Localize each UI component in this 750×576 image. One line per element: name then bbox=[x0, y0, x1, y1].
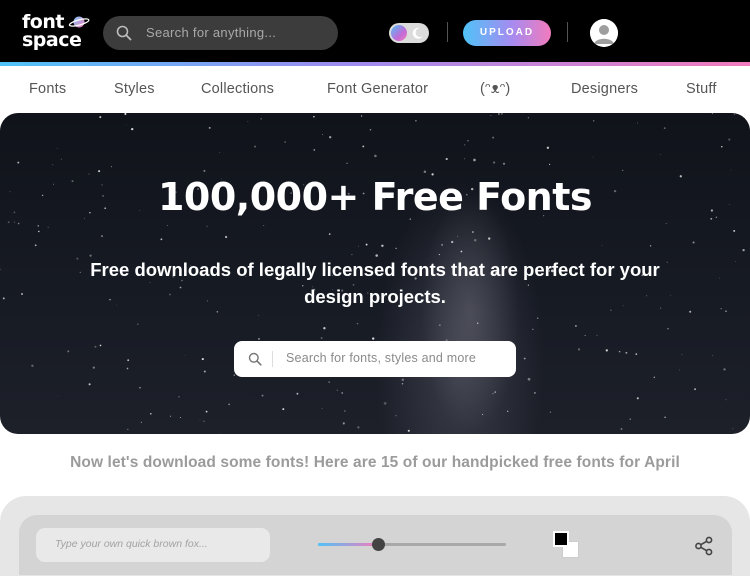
toggle-knob bbox=[391, 25, 407, 41]
color-picker[interactable] bbox=[553, 531, 581, 559]
dark-mode-toggle[interactable] bbox=[389, 23, 429, 43]
search-icon bbox=[116, 25, 132, 41]
hero-subtitle: Free downloads of legally licensed fonts… bbox=[90, 259, 660, 307]
nav-item-font-generator[interactable]: Font Generator bbox=[327, 81, 428, 97]
top-header: font space Search for anything... UPLOAD bbox=[0, 0, 750, 62]
main-nav: Fonts Styles Collections Font Generator … bbox=[0, 66, 750, 113]
share-icon[interactable] bbox=[694, 536, 714, 556]
preview-text-placeholder: Type your own quick brown fox... bbox=[55, 538, 208, 550]
header-search-input[interactable]: Search for anything... bbox=[146, 25, 276, 40]
slider-fill bbox=[318, 543, 379, 546]
hero-banner: 100,000+ Free Fonts Free downloads of le… bbox=[0, 113, 750, 434]
preview-text-input[interactable]: Type your own quick brown fox... bbox=[36, 528, 270, 562]
nav-item-designers[interactable]: Designers bbox=[571, 81, 638, 97]
logo-word-2: space bbox=[22, 29, 82, 51]
upload-button[interactable]: UPLOAD bbox=[463, 20, 551, 46]
featured-fonts-tagline: Now let's download some fonts! Here are … bbox=[70, 454, 680, 471]
hero-search-bar[interactable]: Search for fonts, styles and more bbox=[234, 341, 516, 377]
nav-item-collections[interactable]: Collections bbox=[201, 81, 274, 97]
search-icon bbox=[248, 352, 262, 366]
font-size-slider[interactable] bbox=[318, 538, 506, 552]
fontspace-logo[interactable]: font space bbox=[22, 12, 92, 52]
hero-title: 100,000+ Free Fonts bbox=[157, 175, 593, 219]
moon-icon bbox=[412, 27, 423, 39]
planet-icon bbox=[68, 16, 90, 28]
header-divider bbox=[447, 22, 448, 42]
nav-item-styles[interactable]: Styles bbox=[114, 81, 155, 97]
header-divider bbox=[567, 22, 568, 42]
slider-thumb[interactable] bbox=[372, 538, 386, 551]
nav-item-stuff[interactable]: Stuff bbox=[686, 81, 717, 97]
foreground-color-swatch[interactable] bbox=[553, 531, 569, 547]
nav-item-fonts[interactable]: Fonts bbox=[29, 81, 66, 97]
hero-search-input[interactable]: Search for fonts, styles and more bbox=[286, 351, 486, 365]
header-search-bar[interactable]: Search for anything... bbox=[103, 16, 338, 50]
nav-item-kaomoji[interactable]: (ᵔᴥᵔ) bbox=[480, 81, 510, 97]
search-divider bbox=[272, 351, 273, 367]
user-avatar-icon[interactable] bbox=[590, 19, 618, 47]
